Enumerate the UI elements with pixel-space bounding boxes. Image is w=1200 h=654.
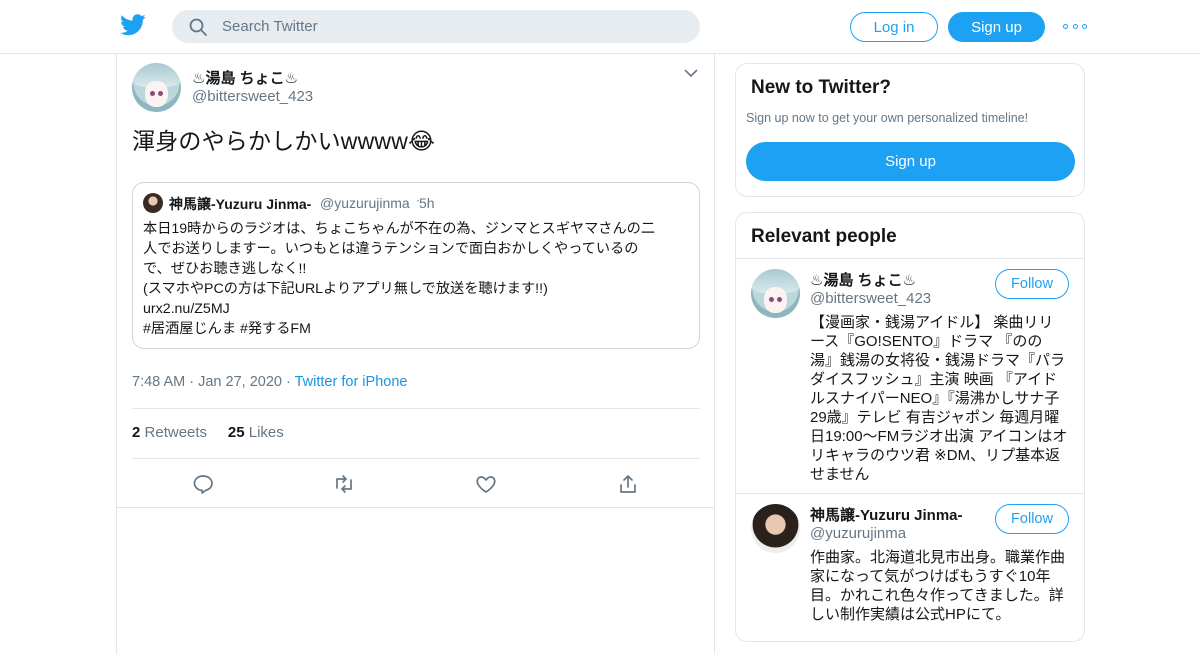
quoted-avatar bbox=[143, 193, 163, 213]
tweet-stats: 2 Retweets 25 Likes bbox=[132, 424, 284, 441]
bio-line: 日19:00〜FMラジオ出演 アイコンはオ bbox=[810, 428, 1068, 445]
tweet-text: 渾身のやらかしかいwwww😂 bbox=[132, 128, 436, 154]
quoted-text-line: で、ぜひお聴き逃しなく!! bbox=[143, 261, 307, 277]
avatar[interactable] bbox=[132, 63, 181, 112]
bio-line: リキャラのウツ君 ※DM、リプ基本返 bbox=[810, 447, 1061, 464]
person-handle[interactable]: @yuzurujinma bbox=[810, 525, 906, 542]
main-column: ♨湯島 ちょこ♨ @bittersweet_423 渾身のやらかしかいwwww😂… bbox=[116, 54, 715, 654]
bio-line: 作曲家。北海道北見市出身。職業作曲 bbox=[810, 549, 1066, 566]
share-icon[interactable] bbox=[616, 472, 640, 496]
meta-separator: · bbox=[286, 374, 291, 390]
person-name[interactable]: 神馬譲-Yuzuru Jinma- bbox=[810, 504, 963, 525]
search-icon bbox=[189, 18, 207, 36]
bio-line: 目。かれこれ色々作ってきました。詳 bbox=[810, 587, 1064, 604]
quoted-text: 本日19時からのラジオは、ちょこちゃんが不在の為、ジンマとスギヤマさんの二 人で… bbox=[143, 219, 693, 339]
likes-label: Likes bbox=[248, 424, 284, 441]
quoted-author-handle: @yuzurujinma bbox=[320, 195, 410, 211]
tweet-author-name[interactable]: ♨湯島 ちょこ♨ bbox=[192, 67, 298, 88]
quoted-time: 5h bbox=[419, 195, 435, 211]
meta-separator: · bbox=[189, 374, 195, 390]
quoted-hashtags[interactable]: #居酒屋じんま #発するFM bbox=[143, 319, 693, 339]
signup-button[interactable]: Sign up bbox=[948, 12, 1045, 42]
tweet-source-link[interactable]: Twitter for iPhone bbox=[295, 374, 408, 390]
search-bar[interactable] bbox=[172, 10, 700, 43]
tweet-metadata: 7:48 AM · Jan 27, 2020 · Twitter for iPh… bbox=[132, 374, 407, 390]
bio-line: せません bbox=[810, 466, 870, 483]
like-heart-icon[interactable] bbox=[474, 472, 498, 496]
bio-line: ルスナイパーNEO』『湯沸かしサナ子 bbox=[810, 390, 1060, 407]
quoted-tweet[interactable]: 神馬譲-Yuzuru Jinma- @yuzurujinma · 5h 本日19… bbox=[132, 182, 700, 349]
likes-stat[interactable]: 25 Likes bbox=[228, 424, 284, 441]
bio-line: 家になって気がつけばもうすぐ10年 bbox=[810, 568, 1051, 585]
login-button[interactable]: Log in bbox=[850, 12, 938, 42]
follow-button[interactable]: Follow bbox=[995, 504, 1069, 534]
bio-line: 【漫画家・銭湯アイドル】 楽曲リリ bbox=[810, 314, 1054, 331]
retweets-stat[interactable]: 2 Retweets bbox=[132, 424, 207, 441]
tweet: ♨湯島 ちょこ♨ @bittersweet_423 渾身のやらかしかいwwww😂… bbox=[117, 54, 714, 508]
relevant-people-title: Relevant people bbox=[751, 226, 897, 247]
quoted-text-line: (スマホやPCの方は下記URLよりアプリ無しで放送を聴けます!!) bbox=[143, 281, 548, 297]
reply-icon[interactable] bbox=[191, 472, 215, 496]
tweet-date[interactable]: Jan 27, 2020 bbox=[198, 374, 282, 390]
quoted-text-line: 本日19時からのラジオは、ちょこちゃんが不在の為、ジンマとスギヤマさんの二 bbox=[143, 221, 656, 237]
quoted-text-line: 人でお送りしますー。いつもとは違うテンションで面白おかしくやっているの bbox=[143, 241, 639, 257]
bio-line: しい制作実績は公式HPにて。 bbox=[810, 606, 1011, 623]
top-navigation-bar: Log in Sign up bbox=[0, 0, 1200, 54]
relevant-people-card: Relevant people ♨湯島 ちょこ♨ @bittersweet_42… bbox=[735, 212, 1085, 642]
new-to-twitter-card: New to Twitter? Sign up now to get your … bbox=[735, 63, 1085, 197]
quoted-link[interactable]: urx2.nu/Z5MJ bbox=[143, 299, 693, 319]
retweets-count: 2 bbox=[132, 424, 141, 441]
sidebar-signup-button[interactable]: Sign up bbox=[746, 142, 1075, 181]
divider bbox=[736, 258, 1084, 259]
likes-count: 25 bbox=[227, 424, 245, 441]
bio-line: 29歳』テレビ 有吉ジャポン 毎週月曜 bbox=[810, 409, 1060, 426]
retweet-icon[interactable] bbox=[332, 472, 356, 496]
divider bbox=[736, 493, 1084, 494]
person-handle[interactable]: @bittersweet_423 bbox=[810, 290, 931, 307]
bio-line: ース『GO!SENTO』ドラマ 『のの bbox=[810, 333, 1043, 350]
search-input[interactable] bbox=[222, 18, 662, 35]
retweets-label: Retweets bbox=[144, 424, 208, 441]
person-bio: 【漫画家・銭湯アイドル】 楽曲リリ ース『GO!SENTO』ドラマ 『のの 湯』… bbox=[810, 313, 1072, 484]
divider bbox=[132, 458, 700, 459]
bio-line: ダイスフッシュ』主演 映画 『アイド bbox=[810, 371, 1058, 388]
divider bbox=[132, 408, 700, 409]
avatar[interactable] bbox=[751, 504, 800, 553]
person-name[interactable]: ♨湯島 ちょこ♨ bbox=[810, 269, 916, 290]
new-to-twitter-title: New to Twitter? bbox=[751, 77, 892, 98]
chevron-down-icon[interactable] bbox=[684, 68, 698, 78]
tweet-author-handle[interactable]: @bittersweet_423 bbox=[192, 88, 313, 105]
new-to-twitter-subtitle: Sign up now to get your own personalized… bbox=[746, 111, 1029, 125]
more-options-icon[interactable] bbox=[1063, 18, 1087, 34]
quoted-author-name: 神馬譲-Yuzuru Jinma- bbox=[169, 196, 312, 212]
follow-button[interactable]: Follow bbox=[995, 269, 1069, 299]
avatar[interactable] bbox=[751, 269, 800, 318]
bio-line: 湯』銭湯の女将役・銭湯ドラマ『パラ bbox=[810, 352, 1066, 369]
tweet-time[interactable]: 7:48 AM bbox=[132, 374, 185, 390]
twitter-logo-icon[interactable] bbox=[120, 14, 146, 36]
person-bio: 作曲家。北海道北見市出身。職業作曲 家になって気がつけばもうすぐ10年 目。かれ… bbox=[810, 548, 1072, 624]
